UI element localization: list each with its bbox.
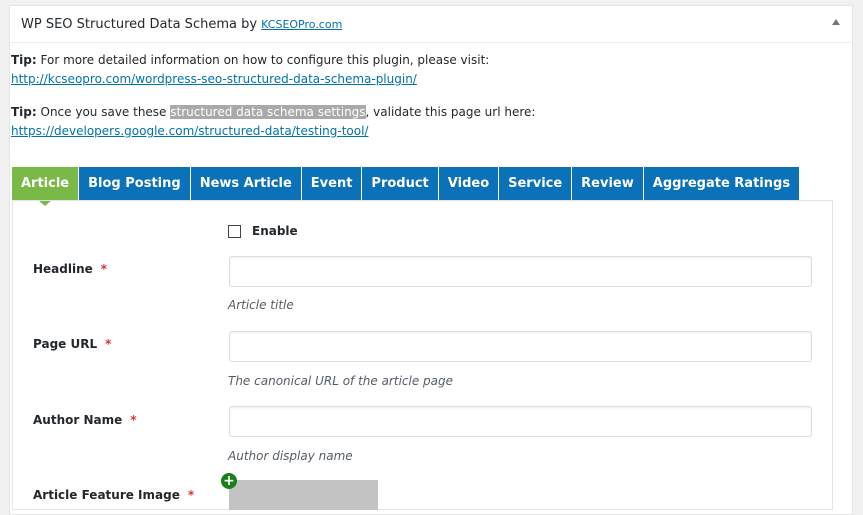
author-name-input[interactable] xyxy=(229,406,812,437)
panel-header: WP SEO Structured Data Schema by KCSEOPr… xyxy=(10,6,852,43)
tip-label: Tip: xyxy=(11,53,37,67)
tab-blog-posting[interactable]: Blog Posting xyxy=(79,167,191,200)
page-url-hint: The canonical URL of the article page xyxy=(228,374,454,388)
brand-link[interactable]: KCSEOPro.com xyxy=(261,18,342,31)
feature-image-label-text: Article Feature Image xyxy=(33,488,180,502)
tip-label: Tip: xyxy=(11,105,37,119)
tip-validate: Tip: Once you save these structured data… xyxy=(11,103,535,141)
enable-checkbox[interactable] xyxy=(228,224,241,238)
author-name-label: Author Name * xyxy=(33,413,137,427)
tab-service[interactable]: Service xyxy=(499,167,573,200)
headline-label: Headline * xyxy=(33,262,107,276)
required-marker: * xyxy=(130,413,137,427)
tip-highlight: structured data schema settings xyxy=(170,105,366,119)
tip-text: For more detailed information on how to … xyxy=(36,53,490,67)
required-marker: * xyxy=(105,337,112,351)
tip-configure: Tip: For more detailed information on ho… xyxy=(11,51,489,89)
headline-label-text: Headline xyxy=(33,262,93,276)
required-marker: * xyxy=(100,262,108,276)
add-image-icon[interactable]: + xyxy=(221,473,237,489)
feature-image-label: Article Feature Image * xyxy=(33,488,194,502)
tab-event[interactable]: Event xyxy=(301,167,363,200)
headline-input[interactable] xyxy=(229,256,812,287)
page-url-label-text: Page URL xyxy=(33,337,98,351)
panel-title: WP SEO Structured Data Schema by KCSEOPr… xyxy=(21,17,342,32)
required-marker: * xyxy=(187,488,195,502)
tab-article[interactable]: Article xyxy=(12,167,80,206)
page-url-label: Page URL * xyxy=(33,337,111,351)
tip-text-after: , validate this page url here: xyxy=(365,105,536,119)
page-url-input[interactable] xyxy=(229,331,812,362)
tab-review[interactable]: Review xyxy=(572,167,644,200)
panel-title-text: WP SEO Structured Data Schema by xyxy=(21,17,262,32)
author-name-label-text: Author Name xyxy=(33,413,123,427)
plugin-docs-link[interactable]: http://kcseopro.com/wordpress-seo-struct… xyxy=(11,72,417,86)
enable-label: Enable xyxy=(252,224,298,238)
headline-hint: Article title xyxy=(228,298,294,312)
collapse-arrow-icon[interactable] xyxy=(832,19,840,25)
tab-news-article[interactable]: News Article xyxy=(190,167,302,200)
enable-row: Enable xyxy=(228,224,298,238)
testing-tool-link[interactable]: https://developers.google.com/structured… xyxy=(11,124,368,138)
tab-video[interactable]: Video xyxy=(438,167,500,200)
author-name-hint: Author display name xyxy=(228,449,353,463)
tab-aggregate-ratings[interactable]: Aggregate Ratings xyxy=(643,167,801,200)
tip-text-before: Once you save these xyxy=(36,105,171,119)
schema-tabs: Article Blog Posting News Article Event … xyxy=(12,167,801,206)
feature-image-placeholder[interactable] xyxy=(229,480,378,510)
tab-product[interactable]: Product xyxy=(362,167,439,200)
